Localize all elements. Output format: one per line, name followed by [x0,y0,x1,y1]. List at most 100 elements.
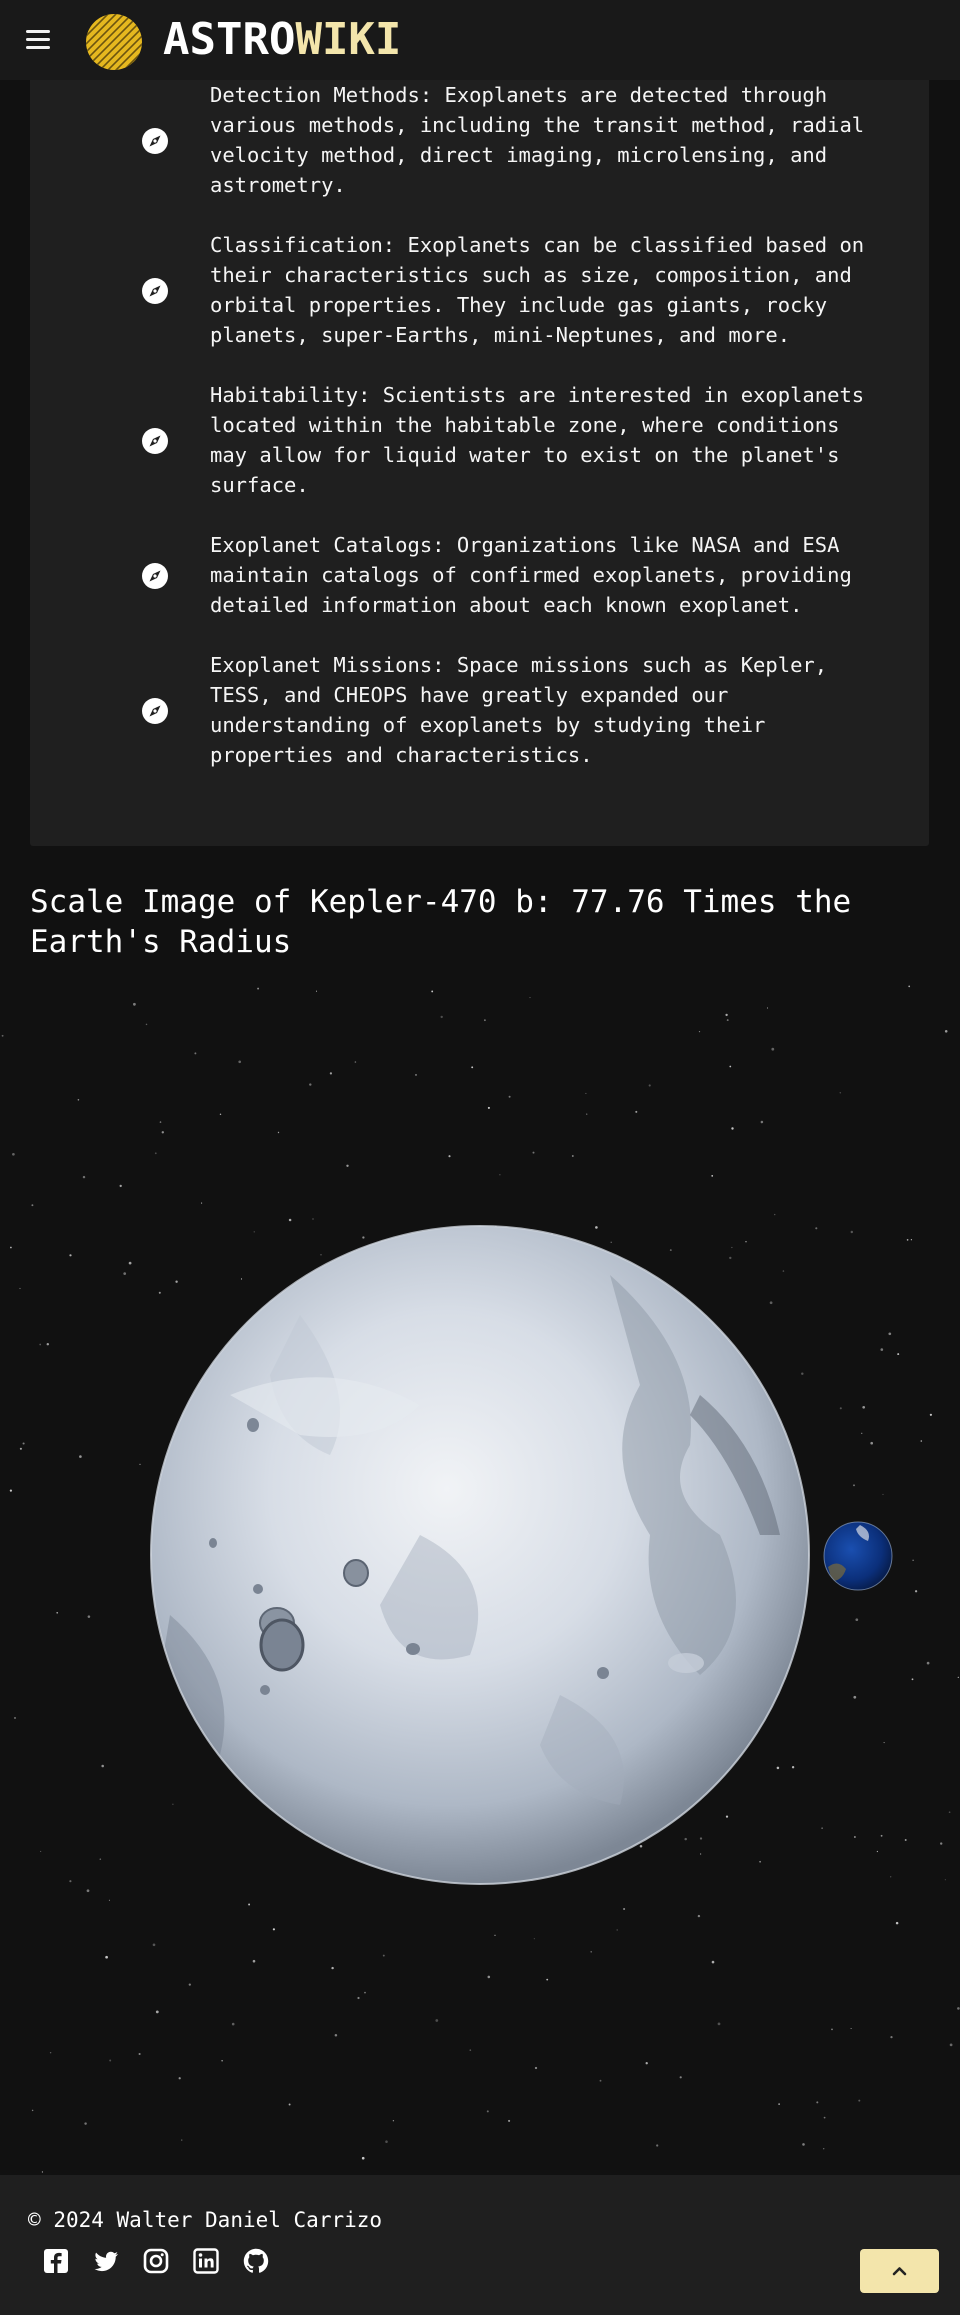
github-icon[interactable] [242,2247,270,2275]
star [219,1113,222,1115]
star [31,1204,34,1207]
star [698,1031,701,1033]
icy-planet-kepler-470b [150,1225,810,1885]
star [759,1860,761,1863]
star [415,1074,417,1076]
star [586,1113,588,1115]
star [362,1236,365,1239]
star [431,990,434,993]
star [139,1463,141,1466]
star [760,1120,764,1124]
star [717,2022,721,2026]
star [697,1914,701,1918]
star [172,1803,174,1805]
star [895,1921,899,1925]
star [771,1047,775,1051]
star [175,1280,178,1283]
twitter-icon[interactable] [92,2247,120,2275]
star [231,2022,235,2026]
instagram-icon[interactable] [142,2247,170,2275]
star [84,2122,87,2125]
star [253,1231,255,1233]
star [119,1184,122,1188]
star [769,1301,773,1305]
star [957,1676,959,1679]
facebook-icon[interactable] [42,2247,70,2275]
menu-button[interactable] [26,28,54,50]
scale-title: Scale Image of Kepler-470 b: 77.76 Times… [30,884,852,960]
star [77,1099,80,1101]
star [908,985,911,988]
star [361,2156,365,2160]
star [639,1844,643,1848]
star [109,2059,112,2062]
planet-logo-icon[interactable] [84,12,144,72]
star [656,2144,659,2147]
star [22,1442,25,1445]
star [158,1291,161,1294]
star [853,1695,857,1699]
star [154,1152,157,1155]
star [382,1954,385,1957]
star [201,1202,203,1204]
back-to-top-button[interactable] [860,2249,939,2293]
star [471,1066,474,1069]
star [40,1850,42,1852]
star [10,1246,12,1249]
star [853,1484,855,1487]
star [354,1061,357,1063]
linkedin-icon[interactable] [192,2247,220,2275]
star [774,1213,776,1216]
star [854,1836,856,1838]
star [699,1837,703,1840]
star [86,1889,90,1893]
star [320,1254,322,1256]
star [79,1455,82,1458]
star [610,1241,612,1243]
star [731,1127,734,1130]
star [585,1092,587,1094]
star [910,1239,913,1241]
star [346,1164,349,1167]
star [46,1342,50,1346]
star [711,1175,714,1177]
star [883,1742,885,1744]
star [188,1983,191,1986]
star [99,1858,102,1860]
star [890,2035,893,2039]
star [123,1272,127,1275]
star [802,2143,805,2146]
star [861,1432,863,1434]
fact-text: Exoplanet Catalogs: Organizations like N… [210,533,852,617]
star [725,1815,729,1818]
star [69,1880,72,1883]
star [623,1907,626,1911]
star [487,1106,490,1109]
star [161,1131,164,1134]
star [546,1978,549,1981]
star [926,1661,930,1665]
star [533,1938,535,1940]
site-header: ASTROWIKI [0,0,960,80]
star [105,1955,108,1959]
star [1,1034,4,1037]
star [590,1951,592,1953]
star [850,1230,854,1234]
star [906,1239,909,1241]
star [791,1766,795,1769]
compass-icon [142,128,168,154]
star [729,1256,732,1260]
star [731,1246,733,1249]
star [486,2110,489,2113]
star [41,2171,43,2173]
star [729,1065,732,1068]
star [725,1013,728,1017]
star [949,2043,953,2047]
star [14,1717,16,1719]
star [699,1853,702,1855]
star [904,1839,907,1841]
compass-icon [142,563,168,589]
star [816,2101,819,2104]
site-logo-text[interactable]: ASTROWIKI [163,10,401,70]
star [929,1413,933,1416]
